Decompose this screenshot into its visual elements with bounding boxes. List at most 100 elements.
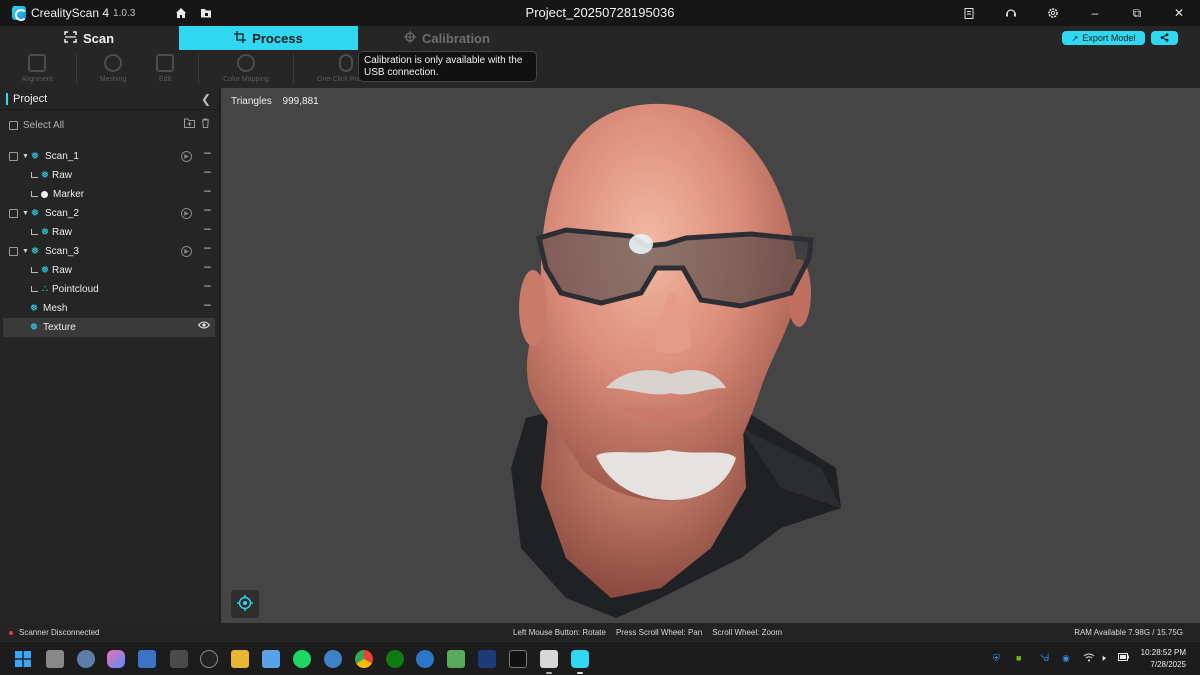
- media-app-icon[interactable]: [509, 650, 527, 668]
- play-icon[interactable]: ▶: [181, 208, 192, 219]
- calibration-tooltip: Calibration is only available with the U…: [358, 51, 537, 82]
- export-model-label: Export Model: [1082, 33, 1136, 43]
- play-icon[interactable]: ▶: [181, 246, 192, 257]
- wifi-icon[interactable]: [1083, 653, 1095, 664]
- eye-closed-icon[interactable]: ˜˜˜: [204, 303, 211, 313]
- tree-item-label: Marker: [53, 189, 85, 200]
- defender-shield-icon[interactable]: ⛨: [993, 653, 1000, 664]
- collapse-panel-icon[interactable]: ❮: [201, 92, 211, 106]
- expand-caret-icon[interactable]: ▼: [22, 153, 29, 160]
- status-dot-icon: [9, 630, 13, 635]
- hint-pan: Press Scroll Wheel: Pan: [615, 628, 703, 637]
- tree-item-scan-3[interactable]: ▼ ❅ Scan_3 ▶ ˜˜˜: [0, 242, 219, 261]
- play-icon[interactable]: ▶: [181, 151, 192, 162]
- scanned-head-model[interactable]: [221, 88, 1200, 623]
- tree-item-raw[interactable]: ❅ Raw ˜˜˜: [0, 223, 219, 242]
- share-button[interactable]: [1151, 31, 1178, 45]
- process-crop-icon: [234, 30, 247, 46]
- edit-tool[interactable]: Edit: [135, 52, 195, 86]
- tree-branch: [31, 171, 38, 178]
- file-explorer-icon[interactable]: [231, 650, 249, 668]
- battery-icon[interactable]: [1118, 653, 1129, 663]
- tree-branch: [31, 285, 38, 292]
- eye-closed-icon[interactable]: ˜˜˜: [204, 265, 211, 275]
- app-version: 1.0.3: [113, 7, 136, 19]
- eye-open-icon[interactable]: [197, 321, 211, 331]
- notepad-icon[interactable]: [262, 650, 280, 668]
- select-all-checkbox[interactable]: [9, 120, 18, 130]
- scan-1-checkbox[interactable]: [9, 152, 18, 161]
- bluetooth-icon[interactable]: ᖂ: [1040, 653, 1049, 664]
- tree-item-mesh[interactable]: ❅ Mesh ˜˜˜: [0, 299, 219, 318]
- scan-2-checkbox[interactable]: [9, 209, 18, 218]
- scan-frame-icon: [64, 30, 77, 46]
- clock-time: 10:28:52 PM: [1140, 648, 1186, 657]
- speedometer-icon[interactable]: [200, 650, 218, 668]
- tree-item-pointcloud[interactable]: ∴ Pointcloud ˜˜˜: [0, 280, 219, 299]
- recenter-view-button[interactable]: [231, 590, 259, 618]
- calculator-icon[interactable]: [170, 650, 188, 668]
- tab-process[interactable]: Process: [179, 26, 358, 50]
- color-mapping-tool[interactable]: Color Mapping: [216, 52, 276, 86]
- eye-closed-icon[interactable]: ˜˜˜: [204, 227, 211, 237]
- eye-closed-icon[interactable]: ˜˜˜: [204, 284, 211, 294]
- home-icon[interactable]: [174, 6, 188, 20]
- support-headset-icon[interactable]: [990, 0, 1032, 26]
- creative-app-icon[interactable]: [447, 650, 465, 668]
- tree-item-marker[interactable]: Marker ˜˜˜: [0, 185, 219, 204]
- folder-icon[interactable]: [199, 6, 213, 20]
- export-icon: ↗: [1071, 33, 1079, 43]
- tree-item-raw[interactable]: ❅ Raw ˜˜˜: [0, 166, 219, 185]
- copilot-icon[interactable]: [107, 650, 125, 668]
- minimize-icon[interactable]: –: [1074, 0, 1116, 26]
- add-folder-icon[interactable]: [184, 118, 195, 131]
- tab-calibration[interactable]: Calibration: [358, 26, 536, 50]
- close-icon[interactable]: ✕: [1158, 0, 1200, 26]
- eye-closed-icon[interactable]: ˜˜˜: [204, 189, 211, 199]
- tree-item-raw[interactable]: ❅ Raw ˜˜˜: [0, 261, 219, 280]
- select-all-row[interactable]: Select All: [0, 112, 219, 138]
- tree-item-scan-2[interactable]: ▼ ❅ Scan_2 ▶ ˜˜˜: [0, 204, 219, 223]
- document-app-icon[interactable]: [540, 650, 558, 668]
- volume-icon[interactable]: 🕨: [1100, 653, 1106, 664]
- export-model-button[interactable]: ↗ Export Model: [1062, 31, 1145, 45]
- settings-app-icon[interactable]: [77, 650, 95, 668]
- alignment-tool[interactable]: Alignment: [7, 52, 67, 86]
- eye-closed-icon[interactable]: ˜˜˜: [204, 246, 211, 256]
- scan-node-icon: ❅: [30, 151, 40, 162]
- tree-item-label: Scan_1: [45, 151, 79, 162]
- restore-icon[interactable]: ⧉: [1116, 0, 1158, 26]
- xbox-icon[interactable]: [386, 650, 404, 668]
- expand-caret-icon[interactable]: ▼: [22, 210, 29, 217]
- chrome-icon[interactable]: [355, 650, 373, 668]
- 3d-viewport[interactable]: Triangles 999,881: [221, 88, 1200, 623]
- eye-closed-icon[interactable]: ˜˜˜: [204, 151, 211, 161]
- expand-caret-icon[interactable]: ▼: [22, 248, 29, 255]
- running-indicator: [546, 672, 552, 674]
- people-icon[interactable]: [416, 650, 434, 668]
- security-icon[interactable]: ◉: [1062, 653, 1070, 664]
- nvidia-icon[interactable]: ■: [1016, 653, 1021, 663]
- spotify-icon[interactable]: [293, 650, 311, 668]
- settings-gear-icon[interactable]: [1032, 0, 1074, 26]
- eye-closed-icon[interactable]: ˜˜˜: [204, 170, 211, 180]
- color-mapping-icon: [237, 54, 255, 72]
- system-clock[interactable]: 10:28:52 PM 7/28/2025: [1141, 647, 1186, 671]
- scan-3-checkbox[interactable]: [9, 247, 18, 256]
- tree-item-scan-1[interactable]: ▼ ❅ Scan_1 ▶ ˜˜˜: [0, 147, 219, 166]
- tab-scan[interactable]: Scan: [0, 26, 178, 50]
- game-app-icon[interactable]: [478, 650, 496, 668]
- clock-date: 7/28/2025: [1150, 660, 1186, 669]
- qbittorrent-icon[interactable]: [324, 650, 342, 668]
- eye-closed-icon[interactable]: ˜˜˜: [204, 208, 211, 218]
- windows-start-icon[interactable]: [14, 650, 32, 668]
- tab-calibration-label: Calibration: [422, 30, 490, 46]
- crealityscan-taskbar-icon[interactable]: [571, 650, 589, 668]
- trash-icon[interactable]: [201, 118, 210, 131]
- task-view-icon[interactable]: [46, 650, 64, 668]
- store-icon[interactable]: [138, 650, 156, 668]
- log-icon[interactable]: [948, 0, 990, 26]
- tree-item-texture[interactable]: ❅ Texture: [3, 318, 215, 337]
- meshing-tool[interactable]: Meshing: [83, 52, 143, 86]
- alignment-label: Alignment: [21, 76, 53, 83]
